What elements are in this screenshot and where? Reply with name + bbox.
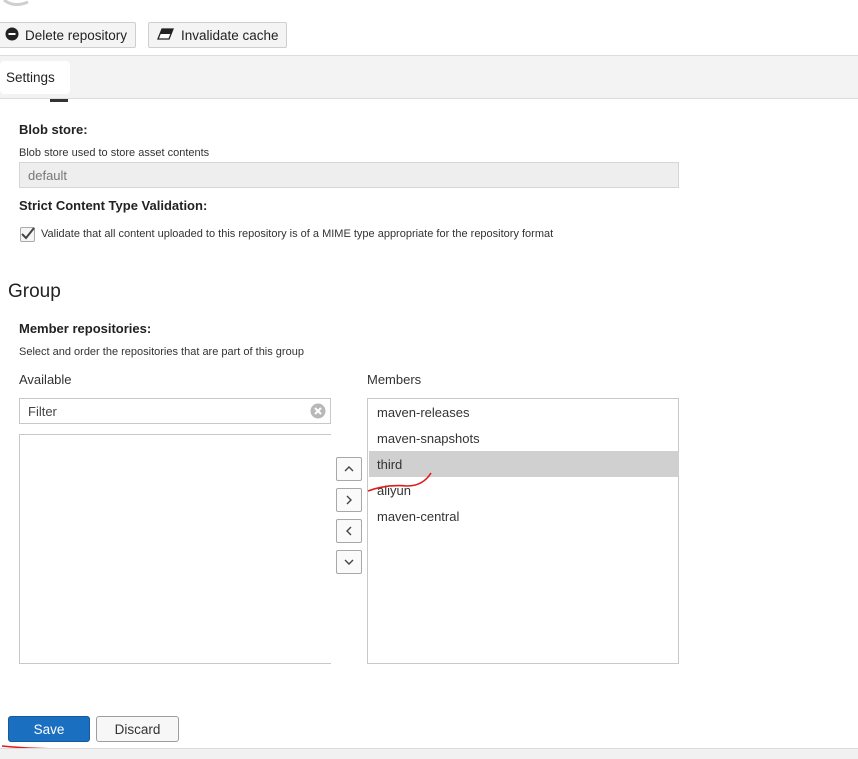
member-label: maven-releases: [377, 404, 470, 420]
blob-store-label: Blob store:: [19, 122, 88, 137]
list-item[interactable]: maven-snapshots: [369, 425, 679, 451]
checkmark-icon: [21, 227, 35, 240]
red-annotation-mark: [367, 472, 432, 492]
blob-store-value: default: [28, 167, 68, 183]
member-label: maven-central: [377, 508, 460, 524]
footer-divider: [0, 748, 858, 759]
delete-repository-button[interactable]: Delete repository: [0, 22, 136, 48]
save-label: Save: [33, 721, 65, 737]
chevron-right-icon: [346, 495, 352, 505]
member-label: maven-snapshots: [377, 430, 480, 446]
strict-validation-text: Validate that all content uploaded to th…: [41, 228, 554, 240]
move-right-button[interactable]: [336, 488, 362, 512]
invalidate-cache-label: Invalidate cache: [181, 27, 279, 43]
logo-fragment: [3, 0, 29, 7]
save-button[interactable]: Save: [8, 716, 90, 742]
tab-settings-label: Settings: [6, 70, 55, 85]
blob-store-field: default: [19, 162, 679, 188]
member-repositories-help: Select and order the repositories that a…: [19, 346, 304, 358]
move-left-button[interactable]: [336, 519, 362, 543]
blob-store-help: Blob store used to store asset contents: [19, 147, 210, 159]
available-list[interactable]: [19, 434, 331, 664]
available-filter-input[interactable]: Filter: [19, 398, 331, 424]
group-heading: Group: [8, 281, 61, 302]
members-label: Members: [367, 372, 422, 387]
list-item[interactable]: maven-central: [369, 503, 679, 529]
strict-validation-checkbox[interactable]: [20, 227, 35, 242]
member-repositories-label: Member repositories:: [19, 321, 152, 336]
strict-validation-label: Strict Content Type Validation:: [19, 198, 208, 213]
chevron-left-icon: [346, 526, 352, 536]
chevron-down-icon: [344, 559, 354, 565]
clear-filter-icon[interactable]: [310, 403, 326, 419]
minus-circle-icon: [5, 27, 19, 44]
tab-bar: [0, 55, 858, 99]
move-up-button[interactable]: [336, 457, 362, 481]
filter-placeholder: Filter: [28, 403, 57, 419]
move-down-button[interactable]: [336, 550, 362, 574]
discard-label: Discard: [114, 721, 161, 737]
members-list[interactable]: maven-releases maven-snapshots third ali…: [367, 398, 679, 664]
list-item[interactable]: maven-releases: [369, 399, 679, 425]
discard-button[interactable]: Discard: [96, 716, 179, 742]
eraser-icon: [157, 27, 175, 44]
invalidate-cache-button[interactable]: Invalidate cache: [148, 22, 287, 48]
delete-repository-label: Delete repository: [25, 27, 128, 43]
clipped-heading-fragment: [50, 99, 68, 102]
tab-settings[interactable]: Settings: [0, 61, 70, 94]
chevron-up-icon: [344, 466, 354, 472]
available-label: Available: [19, 372, 72, 387]
